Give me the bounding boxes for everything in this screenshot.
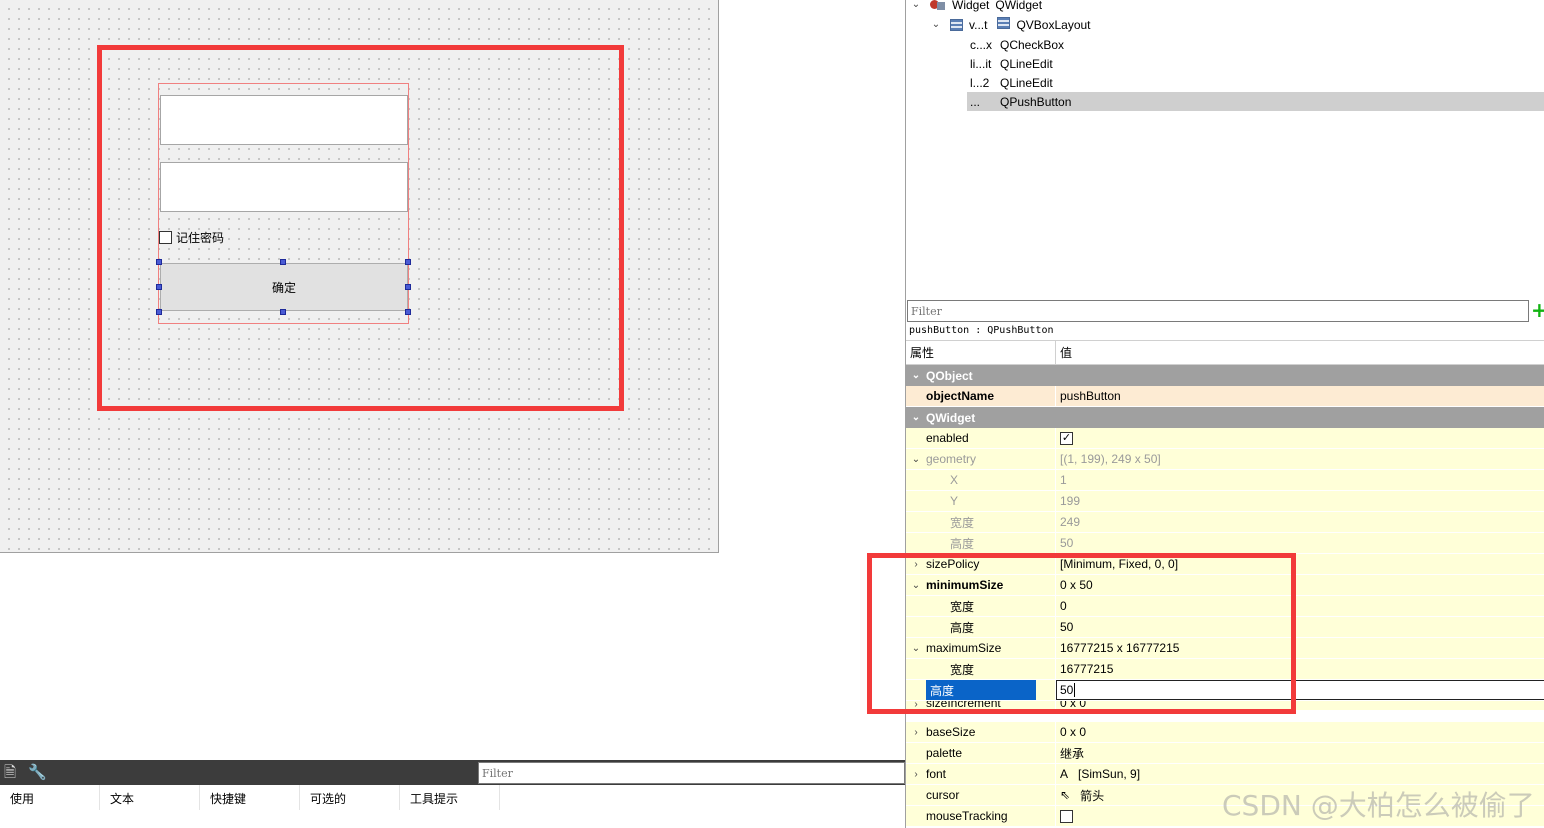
tree-item-class: QCheckBox xyxy=(1000,37,1065,52)
chevron-down-icon[interactable]: ⌄ xyxy=(906,454,926,465)
property-filter-input[interactable] xyxy=(907,300,1529,322)
property-value[interactable]: pushButton xyxy=(1060,389,1121,403)
layout-icon xyxy=(950,18,963,31)
property-row[interactable]: › font A [SimSun, 9] xyxy=(906,764,1544,785)
tree-row-lineedit-1[interactable]: li...it QLineEdit xyxy=(906,54,1544,73)
property-value[interactable]: 199 xyxy=(1060,494,1080,508)
tree-item-name: Widget xyxy=(952,0,990,12)
property-name: font xyxy=(926,767,947,781)
property-name: Y xyxy=(950,494,959,508)
tree-row-vboxlayout[interactable]: ⌄ v...t QVBoxLayout xyxy=(906,15,1544,34)
selected-object-label: pushButton : QPushButton xyxy=(909,325,1054,336)
property-name: 宽度 xyxy=(950,515,975,530)
property-table-header: 属性 值 xyxy=(906,340,1544,365)
tree-item-class: QWidget xyxy=(995,0,1043,12)
tree-item-name: li...it xyxy=(970,56,992,71)
font-icon: A xyxy=(1060,767,1069,781)
column-tooltip[interactable]: 工具提示 xyxy=(400,785,500,810)
property-row[interactable]: palette 继承 xyxy=(906,743,1544,764)
property-row[interactable]: objectName pushButton xyxy=(906,386,1544,407)
tree-item-class: QLineEdit xyxy=(1000,56,1053,71)
object-inspector: ⌄ Widget QWidget ⌄ v...t QVBoxLayout c..… xyxy=(905,0,1544,298)
add-property-icon[interactable]: + xyxy=(1531,300,1544,321)
tree-item-name: v...t xyxy=(969,17,988,32)
chevron-right-icon[interactable]: › xyxy=(906,727,926,738)
property-value[interactable]: [(1, 199), 249 x 50] xyxy=(1060,452,1161,466)
column-shortcut[interactable]: 快捷键 xyxy=(200,785,300,810)
header-property: 属性 xyxy=(906,341,1056,364)
property-row[interactable]: enabled ✓ xyxy=(906,428,1544,449)
chevron-down-icon[interactable]: ⌄ xyxy=(906,370,926,381)
property-name: palette xyxy=(926,746,963,760)
property-value[interactable]: 50 xyxy=(1060,536,1073,550)
tree-item-name: l...2 xyxy=(970,75,990,90)
column-text[interactable]: 文本 xyxy=(100,785,200,810)
property-value[interactable]: 249 xyxy=(1060,515,1080,529)
cursor-arrow-icon: ⇖ xyxy=(1060,788,1071,802)
property-row[interactable]: Y 199 xyxy=(906,491,1544,512)
property-name: objectName xyxy=(926,389,995,403)
property-name: enabled xyxy=(926,431,969,445)
property-group-row[interactable]: ⌄ QObject xyxy=(906,365,1544,386)
property-row[interactable]: X1 xyxy=(906,470,1544,491)
property-value[interactable]: 1 xyxy=(1060,473,1067,487)
delete-action-icon[interactable]: 🗎 xyxy=(1,763,19,781)
column-used[interactable]: 使用 xyxy=(0,785,100,810)
property-name: mouseTracking xyxy=(926,809,1008,823)
property-group-row[interactable]: ⌄ QWidget xyxy=(906,407,1544,428)
property-row[interactable]: 高度 50 xyxy=(906,533,1544,554)
wrench-icon[interactable]: 🔧 xyxy=(28,763,47,781)
tree-item-class: QPushButton xyxy=(1000,94,1072,109)
header-value: 值 xyxy=(1060,346,1073,360)
action-filter-input[interactable] xyxy=(478,762,905,784)
tree-item-name: ... xyxy=(970,94,981,109)
property-value[interactable]: 箭头 xyxy=(1080,787,1104,804)
property-name: geometry xyxy=(926,452,977,466)
property-row[interactable]: › baseSize 0 x 0 xyxy=(906,722,1544,743)
property-name: X xyxy=(950,473,959,487)
property-group-name: QWidget xyxy=(926,410,976,425)
chevron-down-icon[interactable]: ⌄ xyxy=(930,19,942,30)
column-checkable[interactable]: 可选的 xyxy=(300,785,400,810)
property-name: cursor xyxy=(926,788,960,802)
property-group-name: QObject xyxy=(926,368,973,383)
tree-row-widget[interactable]: ⌄ Widget QWidget xyxy=(906,0,1544,14)
tree-row-pushbutton[interactable]: ... QPushButton xyxy=(906,92,1544,111)
property-checkbox[interactable] xyxy=(1060,809,1073,823)
chevron-right-icon[interactable]: › xyxy=(906,769,926,780)
layout-icon-2 xyxy=(997,17,1016,32)
property-checkbox[interactable]: ✓ xyxy=(1060,431,1073,445)
watermark: CSDN @大柏怎么被偷了 xyxy=(1222,789,1535,822)
property-name: baseSize xyxy=(926,725,976,739)
tree-item-class: QVBoxLayout xyxy=(1016,17,1091,32)
widget-icon xyxy=(930,0,946,11)
tree-item-name: c...x xyxy=(970,37,993,52)
action-table-header: 使用 文本 快捷键 可选的 工具提示 xyxy=(0,785,905,810)
tree-row-checkbox[interactable]: c...x QCheckBox xyxy=(906,35,1544,54)
annotation-red-box-properties xyxy=(867,553,1296,714)
property-value[interactable]: [SimSun, 9] xyxy=(1078,767,1140,781)
chevron-down-icon[interactable]: ⌄ xyxy=(906,412,926,423)
annotation-red-box-form xyxy=(97,45,624,411)
tree-item-class: QLineEdit xyxy=(1000,75,1053,90)
property-row[interactable]: 宽度 249 xyxy=(906,512,1544,533)
property-name: 高度 xyxy=(950,536,975,551)
property-value[interactable]: 继承 xyxy=(1060,745,1084,762)
tree-row-lineedit-2[interactable]: l...2 QLineEdit xyxy=(906,73,1544,92)
chevron-down-icon[interactable]: ⌄ xyxy=(910,0,922,10)
property-row[interactable]: ⌄ geometry [(1, 199), 249 x 50] xyxy=(906,449,1544,470)
property-value[interactable]: 0 x 0 xyxy=(1060,725,1086,739)
